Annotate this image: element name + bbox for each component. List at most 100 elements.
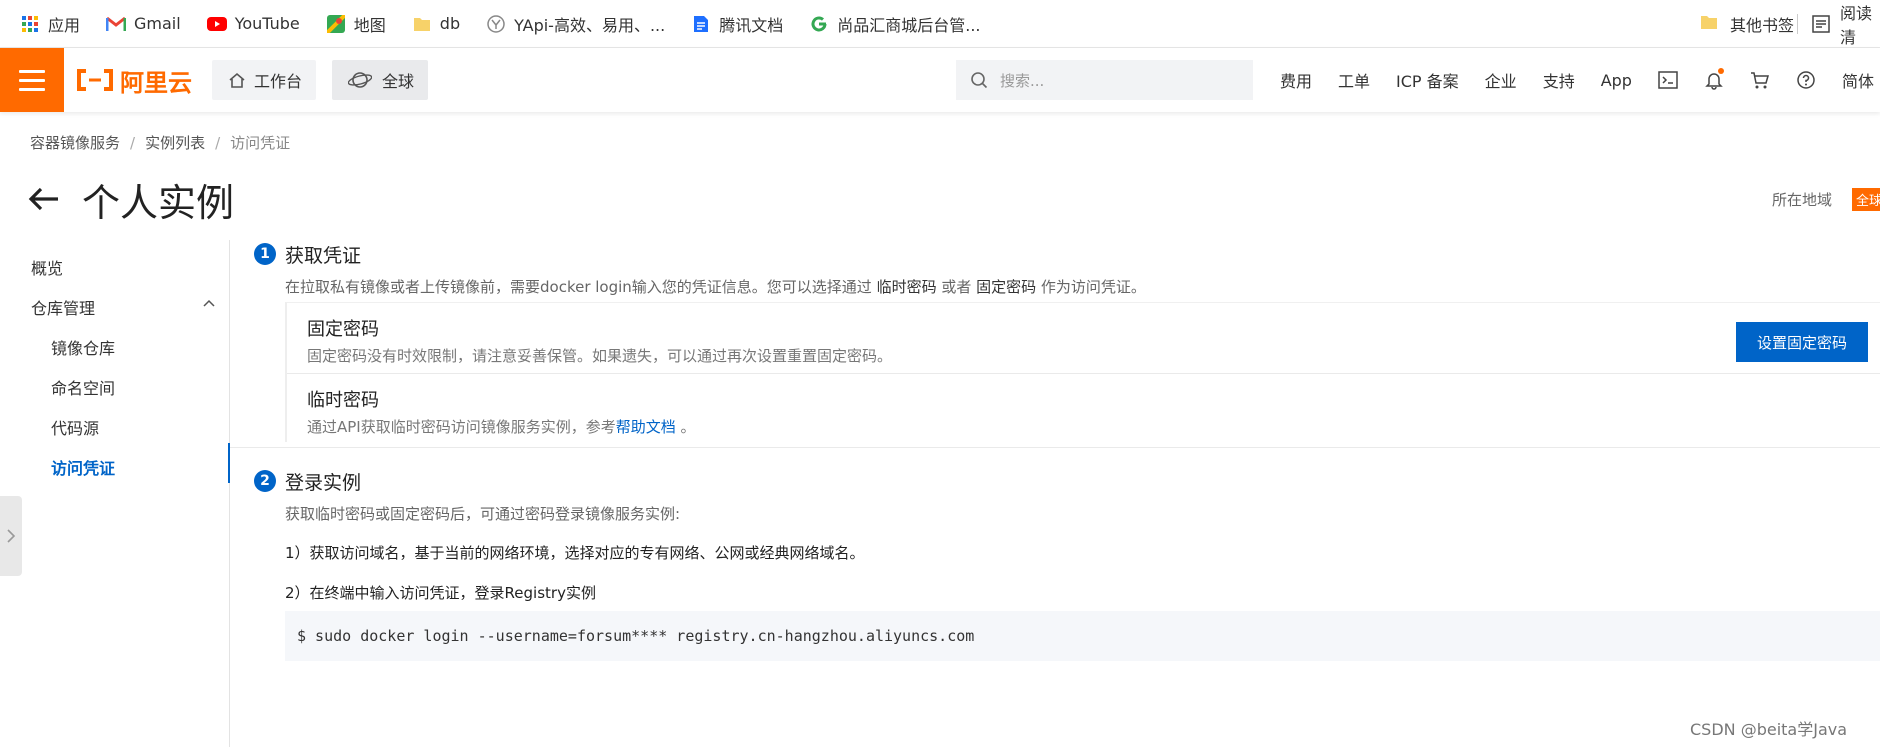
instruction-1: 1）获取访问域名，基于当前的网络环境，选择对应的专有网络、公网或经典网络域名。 — [285, 544, 865, 562]
language-switch[interactable]: 简体 — [1842, 68, 1874, 92]
yapi-icon — [486, 14, 506, 34]
logo-text: 阿里云 — [120, 68, 192, 97]
help-icon[interactable] — [1796, 70, 1816, 90]
search-icon — [970, 71, 988, 89]
nav-fees[interactable]: 费用 — [1280, 68, 1312, 92]
breadcrumb-item-registry[interactable]: 容器镜像服务 — [30, 132, 120, 153]
breadcrumb: 容器镜像服务 / 实例列表 / 访问凭证 — [30, 132, 290, 153]
desc-temp-password: 临时密码 — [876, 278, 937, 296]
watermark: CSDN @beita学Java — [1690, 720, 1848, 739]
chevron-up-icon — [202, 297, 216, 311]
hamburger-menu-button[interactable] — [0, 48, 64, 112]
instruction-2: 2）在终端中输入访问凭证，登录Registry实例 — [285, 584, 596, 602]
nav-enterprise[interactable]: 企业 — [1485, 68, 1517, 92]
bookmark-apps[interactable]: 应用 — [20, 12, 80, 36]
breadcrumb-item-current: 访问凭证 — [230, 134, 291, 152]
bookmark-reading-list[interactable]: 阅读清 — [1812, 0, 1880, 48]
bookmark-label: 地图 — [353, 15, 386, 35]
desc-text: 通过API获取临时密码访问镜像服务实例，参考 — [307, 418, 616, 436]
bookmark-shangpinhui[interactable]: 尚品汇商城后台管... — [809, 12, 981, 36]
nav-icp[interactable]: ICP 备案 — [1396, 68, 1459, 92]
region-label: 所在地域 — [1772, 191, 1833, 209]
bookmark-other[interactable]: 其他书签 — [1700, 0, 1794, 48]
global-label: 全球 — [382, 72, 415, 91]
terminal-icon[interactable] — [1658, 71, 1678, 89]
bookmark-db[interactable]: db — [412, 14, 460, 34]
sidebar: 概览 仓库管理 镜像仓库 命名空间 代码源 访问凭证 — [0, 240, 230, 747]
region-badge[interactable]: 全球 — [1852, 188, 1880, 211]
sidebar-item-overview[interactable]: 概览 — [31, 255, 63, 279]
back-arrow-icon[interactable] — [28, 186, 60, 212]
bell-icon[interactable] — [1704, 68, 1724, 90]
sidebar-item-image-repo[interactable]: 镜像仓库 — [51, 335, 115, 359]
temp-password-row: 临时密码 通过API获取临时密码访问镜像服务实例，参考帮助文档 。 — [287, 373, 1880, 443]
apps-grid-icon — [20, 14, 40, 34]
bookmark-maps[interactable]: 地图 — [326, 12, 386, 36]
temp-password-desc: 通过API获取临时密码访问镜像服务实例，参考帮助文档 。 — [307, 416, 696, 437]
workbench-button[interactable]: 工作台 — [212, 60, 316, 100]
top-nav-links: 费用 工单 ICP 备案 企业 支持 App 简体 — [1280, 48, 1880, 112]
bookmark-youtube[interactable]: YouTube — [206, 14, 300, 34]
sidebar-collapse-handle[interactable] — [0, 496, 22, 576]
youtube-icon — [206, 14, 227, 34]
notification-dot — [1717, 68, 1724, 74]
sidebar-item-namespace[interactable]: 命名空间 — [51, 375, 115, 399]
nav-support[interactable]: 支持 — [1543, 68, 1575, 92]
region-indicator: 所在地域 全球 — [1772, 188, 1880, 211]
console-topbar: 阿里云 工作台 全球 搜索... 费用 工单 ICP 备案 企业 支持 App — [0, 48, 1880, 112]
reading-list-icon — [1812, 15, 1830, 33]
bookmark-label: db — [439, 14, 461, 33]
step1-title: 获取凭证 — [285, 245, 362, 267]
bookmark-label: YouTube — [234, 14, 300, 33]
search-input[interactable]: 搜索... — [956, 60, 1253, 100]
bookmark-label: 其他书签 — [1730, 16, 1795, 35]
sidebar-item-code-source[interactable]: 代码源 — [51, 415, 99, 439]
folder-icon — [1700, 14, 1720, 34]
globe-icon — [348, 70, 372, 90]
tencent-docs-icon — [691, 14, 711, 34]
bookmark-label: Gmail — [134, 14, 181, 33]
fixed-password-row: 固定密码 固定密码没有时效限制，请注意妥善保管。如果遗失，可以通过再次设置重置固… — [287, 303, 1880, 373]
bookmark-gmail[interactable]: Gmail — [106, 14, 181, 34]
step-number: 2 — [254, 470, 276, 492]
cart-icon[interactable] — [1750, 70, 1770, 90]
search-placeholder: 搜索... — [1000, 71, 1045, 90]
nav-app[interactable]: App — [1601, 71, 1632, 90]
desc-text: 或者 — [936, 278, 977, 296]
aliyun-bracket-icon — [76, 69, 114, 91]
hamburger-icon — [19, 69, 45, 73]
desc-text: 。 — [675, 418, 696, 436]
bookmarks-bar: 应用 Gmail YouTube 地图 db YApi-高效、易用、... 腾讯… — [0, 0, 1880, 48]
temp-password-title: 临时密码 — [307, 390, 379, 411]
desc-text: 在拉取私有镜像或者上传镜像前，需要docker login输入您的凭证信息。您可… — [285, 278, 877, 296]
bookmark-tencent-docs[interactable]: 腾讯文档 — [691, 12, 783, 36]
maps-icon — [326, 14, 346, 34]
fixed-password-title: 固定密码 — [307, 319, 379, 340]
bookmark-yapi[interactable]: YApi-高效、易用、... — [486, 12, 665, 36]
breadcrumb-separator: / — [130, 133, 136, 152]
divider — [1797, 14, 1798, 34]
step2-description: 获取临时密码或固定密码后，可通过密码登录镜像服务实例: — [285, 505, 681, 523]
sidebar-item-access-credential[interactable]: 访问凭证 — [51, 455, 115, 479]
aliyun-logo[interactable]: 阿里云 — [76, 64, 192, 97]
gmail-icon — [106, 14, 127, 34]
login-command-code[interactable]: $ sudo docker login --username=forsum***… — [285, 611, 1880, 661]
home-icon — [228, 71, 246, 89]
page-header: 个人实例 — [28, 174, 234, 225]
step1-description: 在拉取私有镜像或者上传镜像前，需要docker login输入您的凭证信息。您可… — [285, 276, 1146, 297]
credential-options: 固定密码 固定密码没有时效限制，请注意妥善保管。如果遗失，可以通过再次设置重置固… — [285, 302, 1880, 442]
help-doc-link[interactable]: 帮助文档 — [616, 418, 676, 436]
bookmark-label: 尚品汇商城后台管... — [837, 15, 981, 35]
bookmark-label: 应用 — [48, 15, 81, 35]
set-fixed-password-button[interactable]: 设置固定密码 — [1736, 322, 1868, 362]
breadcrumb-separator: / — [215, 133, 221, 152]
region-global-button[interactable]: 全球 — [332, 60, 428, 100]
nav-tickets[interactable]: 工单 — [1338, 68, 1370, 92]
sidebar-group-repo-mgmt[interactable]: 仓库管理 — [31, 295, 216, 319]
bookmark-label: 阅读清 — [1840, 4, 1873, 47]
google-g-icon — [809, 14, 829, 34]
desc-text: 作为访问凭证。 — [1036, 278, 1146, 296]
step2-title: 登录实例 — [285, 472, 362, 494]
breadcrumb-item-instances[interactable]: 实例列表 — [145, 132, 205, 153]
folder-icon — [412, 14, 432, 34]
